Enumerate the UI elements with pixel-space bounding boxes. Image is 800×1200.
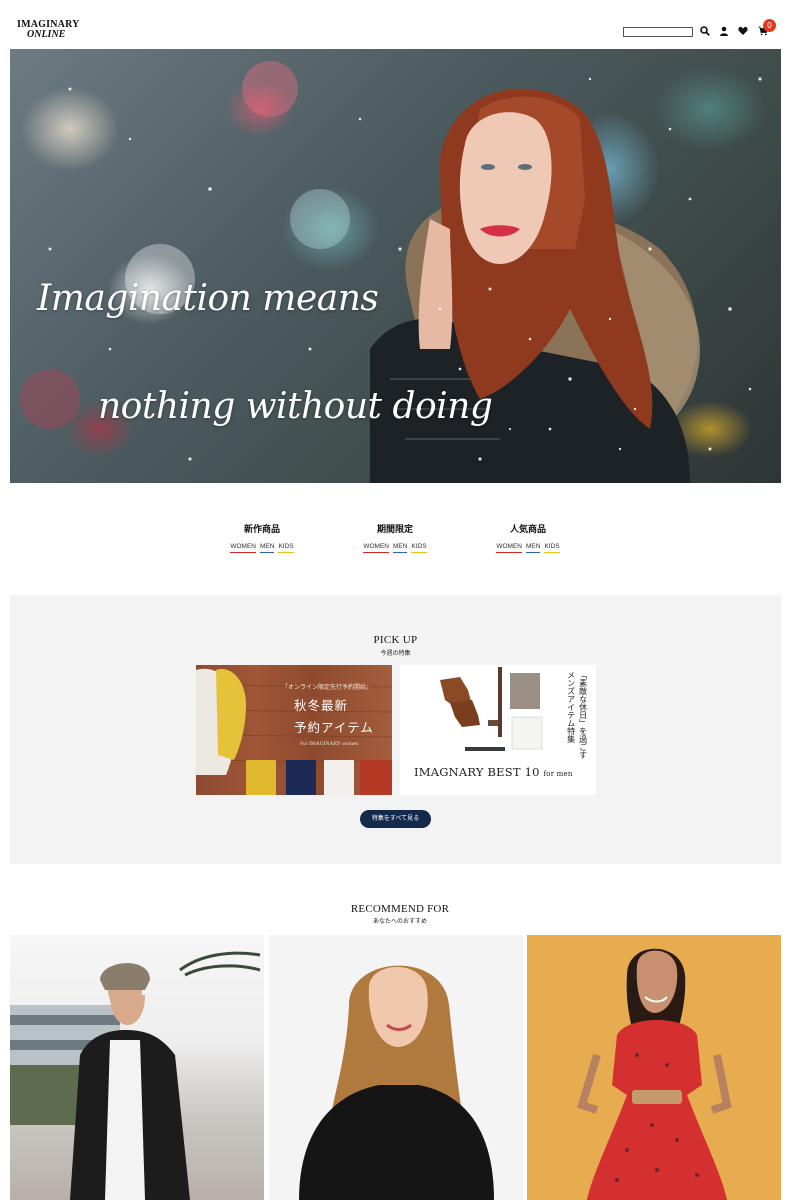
view-all-features-button[interactable]: 特集をすべて見る <box>360 810 431 828</box>
pickup-subtitle: 今週の特集 <box>380 651 411 657</box>
category-title: 期間限定 <box>376 524 413 534</box>
site-logo[interactable]: IMAGINARY ONLINE <box>17 20 80 40</box>
site-header: IMAGINARY ONLINE 0 <box>0 0 800 48</box>
recommend-woman-photo <box>299 965 494 1200</box>
feature-banner-mens-best10[interactable]: 「素敵な休日」を過ごす メンズアイテム特集 IMAGNARY BEST 10 f… <box>400 665 596 795</box>
logo-bottom-text: ONLINE <box>27 29 66 40</box>
heart-icon[interactable] <box>736 24 750 38</box>
category-popular: 人気商品 WOMEN MEN KIDS <box>478 522 578 553</box>
category-link-kids[interactable]: KIDS <box>544 543 560 553</box>
hero-headline-line-2: nothing without doing <box>98 386 493 427</box>
category-link-kids[interactable]: KIDS <box>278 543 294 553</box>
category-nav: 新作商品 WOMEN MEN KIDS 期間限定 WOMEN MEN KIDS … <box>0 522 800 562</box>
category-link-women[interactable]: WOMEN <box>230 543 256 553</box>
recommend-card-women[interactable] <box>269 935 523 1200</box>
cart-count-badge: 0 <box>763 19 776 32</box>
recommend-dress-photo <box>577 948 732 1200</box>
banner-mens-vertical-1: 「素敵な休日」を過ごす <box>578 671 588 759</box>
hero-headline-line-1: Imagination means <box>37 278 379 319</box>
banner-womens-kicker: 「オンライン限定先行予約開始」 <box>282 685 373 691</box>
category-title: 新作商品 <box>243 524 280 534</box>
recommend-subtitle: あなたへのおすすめ <box>372 919 427 925</box>
category-new-arrivals: 新作商品 WOMEN MEN KIDS <box>212 522 312 553</box>
user-icon[interactable] <box>717 24 731 38</box>
search-input[interactable] <box>623 27 693 37</box>
category-link-men[interactable]: MEN <box>526 543 541 553</box>
category-link-men[interactable]: MEN <box>393 543 408 553</box>
category-link-women[interactable]: WOMEN <box>363 543 389 553</box>
recommend-man-photo <box>10 951 261 1200</box>
recommend-title: RECOMMEND FOR <box>350 903 450 915</box>
search-icon[interactable] <box>698 24 712 38</box>
recommend-card-dress[interactable] <box>527 935 781 1200</box>
category-title: 人気商品 <box>509 524 546 534</box>
feature-banner-womens-preorder[interactable]: 「オンライン限定先行予約開始」 秋冬最新 予約アイテム For IMAGINAR… <box>196 665 392 795</box>
banner-womens-headline-1: 秋冬最新 <box>294 698 349 713</box>
category-link-kids[interactable]: KIDS <box>411 543 427 553</box>
banner-mens-caption-main: IMAGNARY BEST 10 <box>414 765 540 779</box>
pickup-title: PICK UP <box>373 634 418 646</box>
category-link-women[interactable]: WOMEN <box>496 543 522 553</box>
banner-womens-headline-2: 予約アイテム <box>294 720 374 735</box>
banner-womens-tagline: For IMAGINARY women <box>300 741 359 747</box>
banner-mens-vertical-2: メンズアイテム特集 <box>566 671 576 743</box>
hero-banner[interactable]: Imagination means nothing without doing <box>10 49 781 483</box>
category-limited-time: 期間限定 WOMEN MEN KIDS <box>345 522 445 553</box>
recommend-card-men[interactable] <box>10 935 264 1200</box>
banner-mens-caption-small: for men <box>543 770 573 778</box>
banner-mens-caption: IMAGNARY BEST 10 for men <box>414 765 573 779</box>
category-link-men[interactable]: MEN <box>260 543 275 553</box>
pickup-section: PICK UP 今週の特集 「オンライン限定先行予約開始」 秋冬最新 予約アイテ… <box>10 595 781 864</box>
